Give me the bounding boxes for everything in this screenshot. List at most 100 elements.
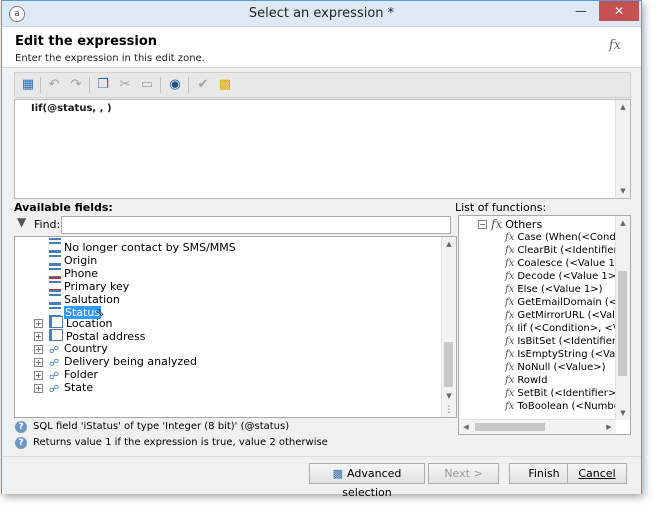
editor-scrollbar[interactable]: ▲ ▼ xyxy=(615,100,630,198)
scroll-down-icon[interactable]: ▼ xyxy=(616,406,630,420)
field-info-text: SQL field 'iStatus' of type 'Integer (8 … xyxy=(33,421,290,432)
cancel-button[interactable]: Cancel xyxy=(567,463,627,484)
tree-item[interactable]: No longer contact by SMS/MMS xyxy=(49,238,236,254)
scroll-up-icon[interactable]: ▲ xyxy=(442,237,456,251)
delete-icon[interactable]: ▭ xyxy=(138,76,156,94)
function-item[interactable]: fx IsBitSet (<Identifier>, xyxy=(505,335,628,348)
expand-icon[interactable]: + xyxy=(34,371,43,380)
expand-icon[interactable]: + xyxy=(34,345,43,354)
fx-icon: fx xyxy=(505,245,515,256)
fields-scrollbar[interactable]: ▲ ▼ ⋮ xyxy=(441,237,456,417)
fx-icon: fx xyxy=(505,388,515,399)
fx-icon: fx xyxy=(505,258,515,269)
scroll-thumb[interactable] xyxy=(444,342,453,387)
function-item[interactable]: fx ToBoolean (<Number xyxy=(505,400,624,413)
function-item[interactable]: fx Iif (<Condition>, <Val xyxy=(505,322,628,335)
filter-icon: ▼ xyxy=(17,215,27,229)
expand-icon[interactable]: + xyxy=(34,358,43,367)
list-icon xyxy=(49,290,61,304)
collapse-icon[interactable]: − xyxy=(478,220,487,229)
scroll-down-icon[interactable]: ▼ xyxy=(616,184,630,198)
fx-icon: fx xyxy=(505,362,515,373)
expression-text: Iif(@status, , ) xyxy=(31,103,112,114)
copy-icon[interactable]: ❐ xyxy=(94,76,112,94)
folder-icon xyxy=(49,316,63,328)
function-item[interactable]: fx Case (When(<Conditi xyxy=(505,231,625,244)
title-bar: a Select an expression * — ✕ xyxy=(2,1,641,27)
tree-item[interactable]: Location xyxy=(49,316,113,330)
close-button[interactable]: ✕ xyxy=(599,1,639,21)
resize-grip-icon[interactable]: ⋮ xyxy=(442,403,456,417)
fx-icon: fx xyxy=(505,401,515,412)
tree-item[interactable]: ☍ Country xyxy=(49,342,108,356)
function-item[interactable]: fx RowId xyxy=(505,374,547,387)
help-icon: ? xyxy=(15,437,27,449)
list-icon xyxy=(49,303,61,317)
scroll-up-icon[interactable]: ▲ xyxy=(616,100,630,114)
functions-hscrollbar[interactable]: ◀ ▶ xyxy=(459,419,616,434)
cut-icon[interactable]: ✂ xyxy=(116,76,134,94)
toolbar-separator xyxy=(40,77,41,93)
function-item[interactable]: fx GetMirrorURL (<Value xyxy=(505,309,627,322)
scroll-right-icon[interactable]: ▶ xyxy=(602,420,616,434)
expand-icon[interactable]: + xyxy=(34,332,43,341)
tree-item[interactable]: ☍ State xyxy=(49,381,93,395)
find-label: Find: xyxy=(34,218,61,231)
function-item[interactable]: fx GetEmailDomain (<Va xyxy=(505,296,629,309)
advanced-selection-button[interactable]: ▩ Advanced selection xyxy=(309,463,425,499)
find-input[interactable] xyxy=(61,216,451,234)
folder-icon xyxy=(49,329,63,341)
function-item[interactable]: fx Coalesce (<Value 1>, < xyxy=(505,257,630,270)
function-item[interactable]: fx IsEmptyString (<Value xyxy=(505,348,630,361)
page-subtitle: Enter the expression in this edit zone. xyxy=(15,53,205,64)
list-icon xyxy=(49,251,61,265)
fx-icon: fx xyxy=(505,284,515,295)
help-icon: ? xyxy=(15,421,27,433)
fx-icon: fx xyxy=(505,375,515,386)
function-item[interactable]: fx Decode (<Value 1>, < xyxy=(505,270,630,283)
tree-item[interactable]: Salutation xyxy=(49,290,120,306)
tree-item[interactable]: Origin xyxy=(49,251,97,267)
fx-icon: fx xyxy=(505,323,515,334)
search-icon[interactable]: ◉ xyxy=(166,76,184,94)
fx-icon: fx xyxy=(608,38,621,53)
undo-icon[interactable]: ↶ xyxy=(45,76,63,94)
scroll-left-icon[interactable]: ◀ xyxy=(459,420,473,434)
select-expression-dialog: a Select an expression * — ✕ Edit the ex… xyxy=(1,0,642,499)
fx-icon: fx xyxy=(505,349,515,360)
functions-tree: − fx Others fx Case (When(<Conditi fx Clear… xyxy=(458,215,631,435)
function-item[interactable]: fx Else (<Value 1>) xyxy=(505,283,603,296)
paste-icon[interactable]: ▩ xyxy=(216,76,234,94)
scroll-down-icon[interactable]: ▼ xyxy=(442,389,456,403)
hscroll-thumb[interactable] xyxy=(475,423,545,431)
tree-item[interactable]: ☍ Folder xyxy=(49,368,98,382)
function-item[interactable]: fx NoNull (<Value>) xyxy=(505,361,606,374)
fx-icon: fx xyxy=(505,336,515,347)
link-icon: ☍ xyxy=(49,384,60,395)
expression-editor[interactable]: Iif(@status, , ) ▲ ▼ xyxy=(14,99,631,199)
fx-icon: fx xyxy=(505,297,515,308)
tree-item-selected[interactable]: Status⬁ xyxy=(49,303,104,319)
functions-scrollbar[interactable]: ▲ ▼ xyxy=(615,216,630,420)
fx-icon: fx xyxy=(505,232,515,243)
validate-icon[interactable]: ✔ xyxy=(194,76,212,94)
toolbar-separator xyxy=(188,77,189,93)
clipboard-icon: ▩ xyxy=(332,467,344,480)
expand-icon[interactable]: + xyxy=(34,319,43,328)
fields-icon[interactable]: ▦ xyxy=(19,76,37,94)
function-group[interactable]: fx Others xyxy=(491,218,542,232)
tree-item[interactable]: ☍ Delivery being analyzed xyxy=(49,355,197,369)
function-item[interactable]: fx ClearBit (<Identifier>, xyxy=(505,244,629,257)
scroll-thumb[interactable] xyxy=(618,271,627,376)
editor-toolbar: ▦ ↶ ↷ ❐ ✂ ▭ ◉ ✔ ▩ xyxy=(14,72,631,98)
function-item[interactable]: fx SetBit (<Identifier>, <I xyxy=(505,387,630,400)
redo-icon[interactable]: ↷ xyxy=(67,76,85,94)
minimize-button[interactable]: — xyxy=(568,1,594,21)
next-button[interactable]: Next > xyxy=(428,463,499,484)
tree-item[interactable]: Primary key xyxy=(49,277,129,293)
tree-item[interactable]: Postal address xyxy=(49,329,146,343)
scroll-up-icon[interactable]: ▲ xyxy=(616,216,630,230)
list-icon xyxy=(49,238,61,252)
expand-icon[interactable]: + xyxy=(34,384,43,393)
tree-item[interactable]: Phone xyxy=(49,264,98,280)
